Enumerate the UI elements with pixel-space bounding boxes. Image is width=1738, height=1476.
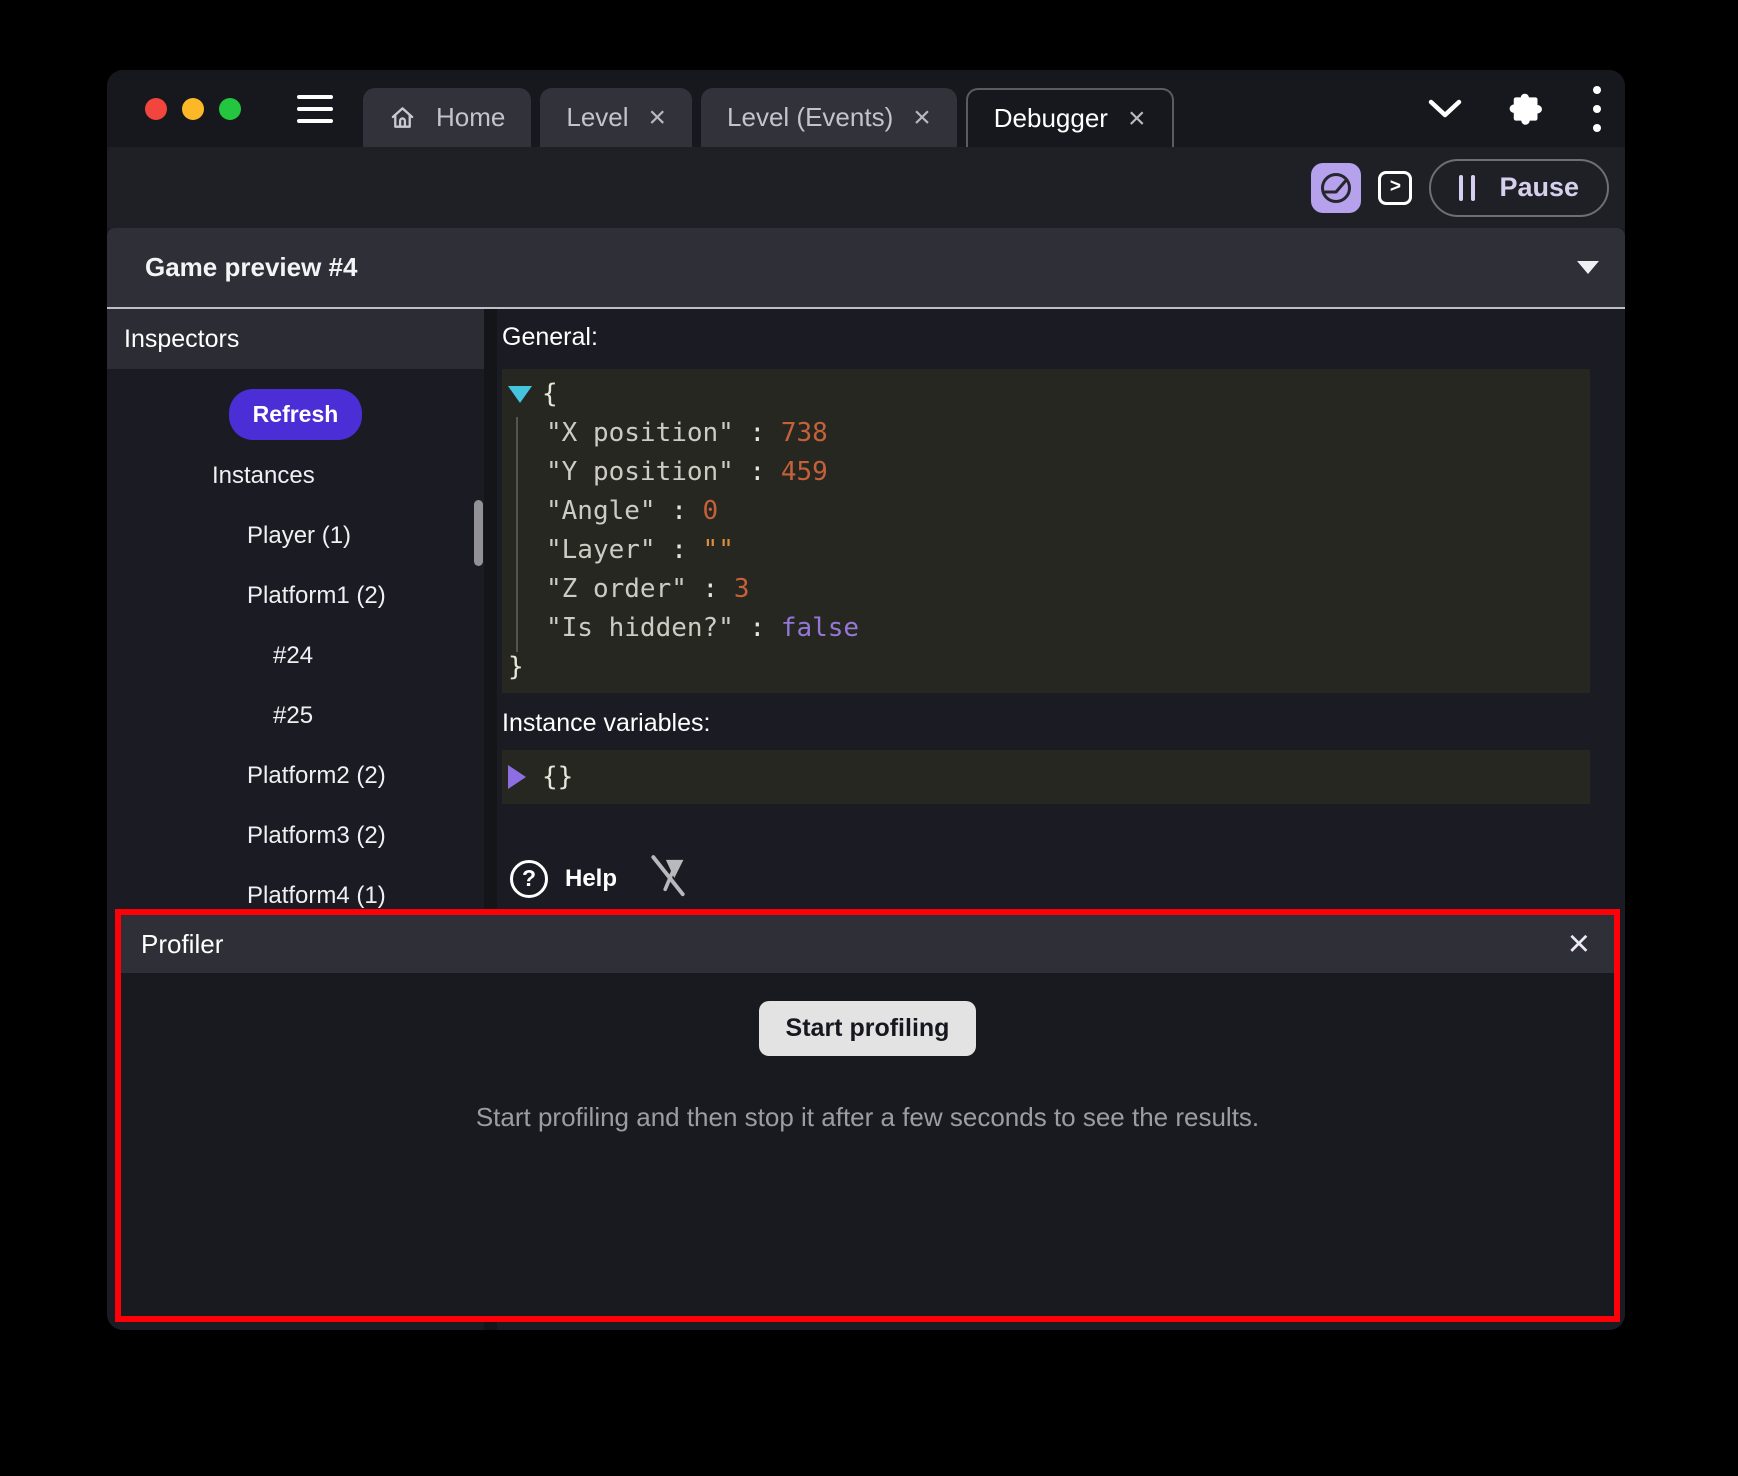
pause-label: Pause	[1499, 172, 1579, 203]
json-entry-row: "Layer" : ""	[506, 531, 1580, 570]
pause-icon	[1459, 175, 1475, 201]
json-colon: :	[656, 492, 703, 531]
tree-item[interactable]: Instances	[107, 446, 484, 506]
json-entry-row: "Y position" : 459	[506, 453, 1580, 492]
pause-button[interactable]: Pause	[1429, 159, 1609, 217]
json-key: "X position"	[546, 414, 734, 453]
maximize-window-button[interactable]	[219, 98, 241, 120]
tab-bar-actions	[1427, 86, 1601, 132]
tab-label: Home	[436, 102, 505, 133]
expander-expanded-icon[interactable]	[508, 386, 532, 403]
json-value: 459	[781, 453, 828, 492]
home-icon	[389, 104, 416, 131]
close-window-button[interactable]	[145, 98, 167, 120]
tree-item[interactable]: #25	[107, 686, 484, 746]
expander-collapsed-icon[interactable]	[508, 765, 526, 789]
tree-item[interactable]: Platform3 (2)	[107, 806, 484, 866]
profiler-hint-text: Start profiling and then stop it after a…	[476, 1102, 1259, 1133]
json-colon: :	[734, 609, 781, 648]
instance-variables-label: Instance variables:	[502, 709, 1590, 738]
hamburger-menu-icon[interactable]	[297, 95, 333, 123]
tab-level-events[interactable]: Level (Events) ×	[701, 88, 957, 147]
app-window: Home Level × Level (Events) × Debugger ×	[107, 70, 1625, 1330]
json-value: 738	[781, 414, 828, 453]
desktop-background: Home Level × Level (Events) × Debugger ×	[0, 0, 1738, 1476]
json-key: "Z order"	[546, 570, 687, 609]
json-entry-row: "X position" : 738	[506, 414, 1580, 453]
unpin-slash-icon[interactable]	[647, 852, 689, 905]
close-profiler-icon[interactable]: ×	[1568, 925, 1594, 963]
tab-bar: Home Level × Level (Events) × Debugger ×	[107, 70, 1625, 147]
json-colon: :	[734, 453, 781, 492]
help-row: ? Help	[502, 852, 1590, 905]
instance-variables-value: {}	[542, 762, 573, 792]
game-preview-title: Game preview #4	[145, 252, 357, 283]
tab-strip: Home Level × Level (Events) × Debugger ×	[363, 88, 1174, 147]
json-colon: :	[687, 570, 734, 609]
json-close-row: }	[506, 648, 1580, 687]
tab-level[interactable]: Level ×	[540, 88, 692, 147]
json-key: "Y position"	[546, 453, 734, 492]
tree-item[interactable]: #24	[107, 626, 484, 686]
instance-variables-json-view: {}	[502, 750, 1590, 804]
profiler-gauge-icon[interactable]	[1311, 163, 1361, 213]
json-entry-row: "Angle" : 0	[506, 492, 1580, 531]
tree-item[interactable]: Player (1)	[107, 506, 484, 566]
json-entry-row: "Z order" : 3	[506, 570, 1580, 609]
json-value: ""	[703, 531, 734, 570]
json-open-brace: {	[542, 375, 558, 414]
help-question-icon[interactable]: ?	[510, 860, 548, 898]
json-key: "Layer"	[546, 531, 656, 570]
profiler-body: Start profiling Start profiling and then…	[121, 973, 1614, 1316]
profiler-title: Profiler	[141, 929, 223, 960]
close-tab-icon[interactable]: ×	[913, 103, 931, 133]
chevron-down-icon[interactable]	[1427, 98, 1463, 120]
json-key: "Is hidden?"	[546, 609, 734, 648]
collapse-caret-icon[interactable]	[1577, 261, 1599, 274]
general-json-view: { "X position" : 738"Y position" : 459"A…	[502, 369, 1590, 693]
json-root-row: {	[506, 375, 1580, 414]
close-tab-icon[interactable]: ×	[649, 103, 667, 133]
json-entry-row: "Is hidden?" : false	[506, 609, 1580, 648]
extensions-puzzle-icon[interactable]	[1509, 90, 1547, 128]
json-colon: :	[734, 414, 781, 453]
tree-item[interactable]: Platform1 (2)	[107, 566, 484, 626]
close-tab-icon[interactable]: ×	[1128, 104, 1146, 134]
tree-item[interactable]: Platform2 (2)	[107, 746, 484, 806]
inspectors-header: Inspectors	[107, 309, 484, 369]
tab-label: Debugger	[994, 103, 1108, 134]
json-value: 0	[703, 492, 719, 531]
tab-home[interactable]: Home	[363, 88, 531, 147]
tab-label: Level (Events)	[727, 102, 893, 133]
tab-debugger[interactable]: Debugger ×	[966, 88, 1174, 147]
help-label[interactable]: Help	[565, 865, 617, 893]
json-colon: :	[656, 531, 703, 570]
start-profiling-button[interactable]: Start profiling	[759, 1001, 977, 1056]
console-prompt-glyph: >	[1390, 176, 1401, 198]
window-controls	[145, 98, 241, 120]
profiler-header: Profiler ×	[121, 915, 1614, 973]
debugger-toolbar: > Pause	[107, 147, 1625, 228]
game-preview-header[interactable]: Game preview #4	[107, 228, 1625, 309]
tab-label: Level	[566, 102, 628, 133]
refresh-button[interactable]: Refresh	[229, 389, 363, 440]
more-options-kebab-icon[interactable]	[1593, 86, 1601, 132]
json-key: "Angle"	[546, 492, 656, 531]
console-icon[interactable]: >	[1378, 171, 1412, 205]
instances-tree-items: InstancesPlayer (1)Platform1 (2)#24#25Pl…	[107, 446, 484, 926]
general-json-entries: "X position" : 738"Y position" : 459"Ang…	[506, 414, 1580, 648]
profiler-panel: Profiler × Start profiling Start profili…	[115, 909, 1620, 1322]
minimize-window-button[interactable]	[182, 98, 204, 120]
json-value: 3	[734, 570, 750, 609]
general-section-label: General:	[502, 323, 1590, 352]
tree-scrollbar-thumb[interactable]	[474, 500, 483, 566]
question-glyph: ?	[522, 865, 536, 892]
json-value: false	[781, 609, 859, 648]
json-close-brace: }	[508, 648, 524, 687]
json-indent-guide	[516, 417, 518, 652]
